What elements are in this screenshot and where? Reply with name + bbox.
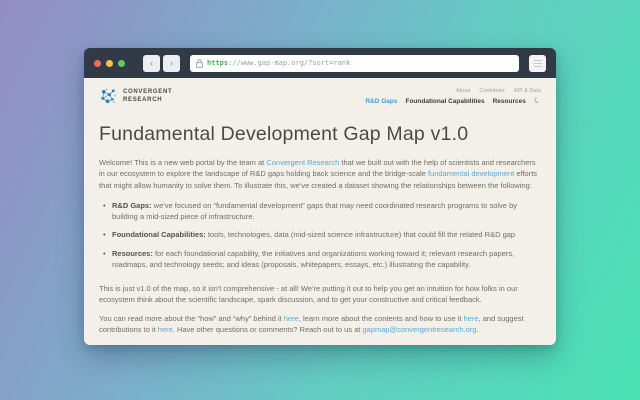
intro-paragraph: Welcome! This is a new web portal by the… xyxy=(99,157,541,191)
logo-wordmark: CONVERGENT RESEARCH xyxy=(123,89,172,104)
convergent-research-logo[interactable]: CONVERGENT RESEARCH xyxy=(99,87,172,106)
bullet-rd-gaps: R&D Gaps: we've focused on “fundamental … xyxy=(99,200,537,223)
hamburger-icon xyxy=(534,60,542,61)
site-header: CONVERGENT RESEARCH About Contribute API… xyxy=(99,87,541,106)
text-run: , learn more about the contents and how … xyxy=(299,314,464,323)
header-navigation: About Contribute API & Data R&D Gaps Fou… xyxy=(365,87,541,105)
fundamental-development-link[interactable]: fundamental development xyxy=(428,169,514,178)
forward-button[interactable]: › xyxy=(163,55,180,72)
nav-resources[interactable]: Resources xyxy=(493,98,526,105)
text-run: Foundational Capabilities: xyxy=(112,230,206,239)
text-run: for each foundational capability, the in… xyxy=(112,249,514,269)
logo-line2: RESEARCH xyxy=(123,97,172,105)
minimize-window-icon[interactable] xyxy=(106,60,113,67)
read-more-paragraph: You can read more about the “how” and “w… xyxy=(99,313,541,336)
text-run: we've focused on “fundamental developmen… xyxy=(112,201,517,221)
bullet-resources: Resources: for each foundational capabil… xyxy=(99,248,537,271)
nav-about[interactable]: About xyxy=(456,88,470,94)
text-run: R&D Gaps: xyxy=(112,201,152,210)
back-button[interactable]: ‹ xyxy=(143,55,160,72)
text-run: You can read more about the “how” and “w… xyxy=(99,314,284,323)
text-run: . xyxy=(476,325,478,334)
bullet-list: R&D Gaps: we've focused on “fundamental … xyxy=(99,200,541,270)
url-path: ://www.gap-map.org/?sort=rank xyxy=(228,59,350,67)
logo-network-icon xyxy=(99,87,118,106)
v1-disclaimer-paragraph: This is just v1.0 of the map, so it isn'… xyxy=(99,283,541,306)
nav-contribute[interactable]: Contribute xyxy=(479,88,504,94)
contents-link[interactable]: here xyxy=(464,314,479,323)
address-bar[interactable]: https://www.gap-map.org/?sort=rank xyxy=(190,55,519,72)
logo-line1: CONVERGENT xyxy=(123,89,172,97)
main-nav: R&D Gaps Foundational Capabilities Resou… xyxy=(365,97,541,105)
text-run: This is just v1.0 of the map, so it isn'… xyxy=(99,284,518,304)
browser-menu-button[interactable] xyxy=(529,55,546,72)
forward-icon: › xyxy=(170,59,173,68)
lock-icon xyxy=(196,59,203,68)
utility-nav: About Contribute API & Data xyxy=(456,88,541,94)
dark-mode-toggle-icon[interactable]: ☾ xyxy=(533,96,542,106)
browser-chrome-bar: ‹ › https://www.gap-map.org/?sort=rank xyxy=(84,48,556,78)
text-run: Resources: xyxy=(112,249,153,258)
bullet-foundational-capabilities: Foundational Capabilities: tools, techno… xyxy=(99,229,537,240)
text-run: . Have other questions or comments? Reac… xyxy=(173,325,363,334)
text-run: Welcome! This is a new web portal by the… xyxy=(99,158,266,167)
back-icon: ‹ xyxy=(150,59,153,68)
window-controls xyxy=(94,60,125,67)
nav-api-data[interactable]: API & Data xyxy=(514,88,541,94)
how-why-link[interactable]: here xyxy=(284,314,299,323)
convergent-research-link[interactable]: Convergent Research xyxy=(266,158,339,167)
url-text: https://www.gap-map.org/?sort=rank xyxy=(207,59,350,67)
text-run: tools, technologies, data (mid-sized sci… xyxy=(206,230,515,239)
contribute-link[interactable]: here xyxy=(158,325,173,334)
page-title: Fundamental Development Gap Map v1.0 xyxy=(99,123,541,146)
email-link[interactable]: gapmap@convergentresearch.org xyxy=(362,325,476,334)
nav-foundational-capabilities[interactable]: Foundational Capabilities xyxy=(405,98,484,105)
browser-window: ‹ › https://www.gap-map.org/?sort=rank xyxy=(84,48,556,345)
nav-rd-gaps[interactable]: R&D Gaps xyxy=(365,98,397,105)
maximize-window-icon[interactable] xyxy=(118,60,125,67)
url-scheme: https xyxy=(207,59,228,67)
page-content: CONVERGENT RESEARCH About Contribute API… xyxy=(84,78,556,345)
close-window-icon[interactable] xyxy=(94,60,101,67)
